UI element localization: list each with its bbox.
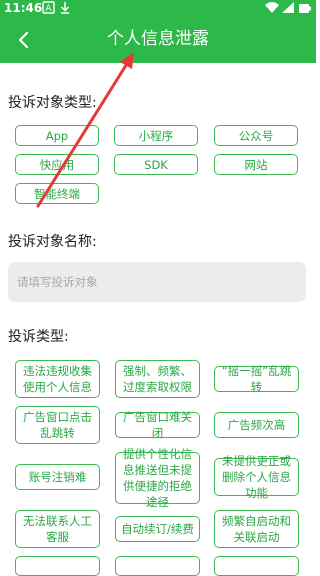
object-type-label: 投诉对象类型:: [8, 95, 97, 111]
status-time: 11:46: [4, 1, 43, 15]
complaint-type-option-no-correction[interactable]: 未提供更正或删除个人信息功能: [214, 454, 299, 500]
object-name-label: 投诉对象名称:: [8, 234, 97, 250]
complaint-type-option-no-customer-service[interactable]: 无法联系人工客服: [15, 510, 100, 548]
svg-text:A: A: [45, 4, 52, 14]
complaint-type-option-ad-hard-to-close[interactable]: 广告窗口难关闭: [115, 410, 200, 440]
complaint-type-option-personalized-push[interactable]: 提供个性化信息推送但未提供便捷的拒绝途径: [115, 447, 200, 509]
signal-icon: [282, 2, 294, 13]
complaint-type-option-ad-click-redirect[interactable]: 广告窗口点击乱跳转: [15, 406, 100, 444]
battery-icon: [299, 4, 311, 13]
object-type-option-sdk[interactable]: SDK: [114, 154, 198, 175]
chevron-left-icon: [18, 31, 29, 49]
object-type-option-app[interactable]: App: [15, 125, 99, 146]
object-type-option-quick-app[interactable]: 快应用: [15, 154, 99, 175]
complaint-type-option-illegal-collection[interactable]: 违法违规收集使用个人信息: [15, 360, 100, 398]
object-type-option-website[interactable]: 网站: [214, 154, 298, 175]
complaint-type-option-cutoff[interactable]: [214, 556, 299, 576]
object-name-input[interactable]: [8, 262, 306, 302]
complaint-type-option-cutoff[interactable]: [115, 556, 200, 576]
app-bar: 个人信息泄露: [0, 16, 316, 63]
font-icon: A: [42, 1, 55, 14]
download-icon: [60, 2, 70, 14]
object-type-option-mini-program[interactable]: 小程序: [114, 125, 198, 146]
status-right-icons: [264, 1, 312, 15]
complaint-type-label: 投诉类型:: [8, 329, 69, 345]
complaint-type-option-frequent-autostart[interactable]: 频繁自启动和关联启动: [214, 510, 299, 548]
complaint-type-option-ad-frequency[interactable]: 广告频次高: [214, 412, 299, 438]
wifi-icon: [265, 2, 279, 13]
object-type-option-official-account[interactable]: 公众号: [214, 125, 298, 146]
complaint-type-option-shake-redirect[interactable]: “摇一摇”乱跳转: [214, 364, 299, 394]
object-type-option-smart-terminal[interactable]: 智能终端: [15, 183, 99, 204]
status-bar: 11:46 A: [0, 0, 316, 16]
status-left-icons: A: [42, 0, 72, 16]
complaint-type-option-cutoff[interactable]: [15, 556, 100, 576]
complaint-type-option-account-cancellation[interactable]: 账号注销难: [15, 464, 100, 490]
page-title: 个人信息泄露: [107, 29, 209, 49]
back-button[interactable]: [10, 27, 36, 53]
complaint-type-option-auto-renewal[interactable]: 自动续订/续费: [115, 516, 200, 542]
complaint-type-option-excessive-permissions[interactable]: 强制、频繁、过度索取权限: [115, 360, 200, 398]
